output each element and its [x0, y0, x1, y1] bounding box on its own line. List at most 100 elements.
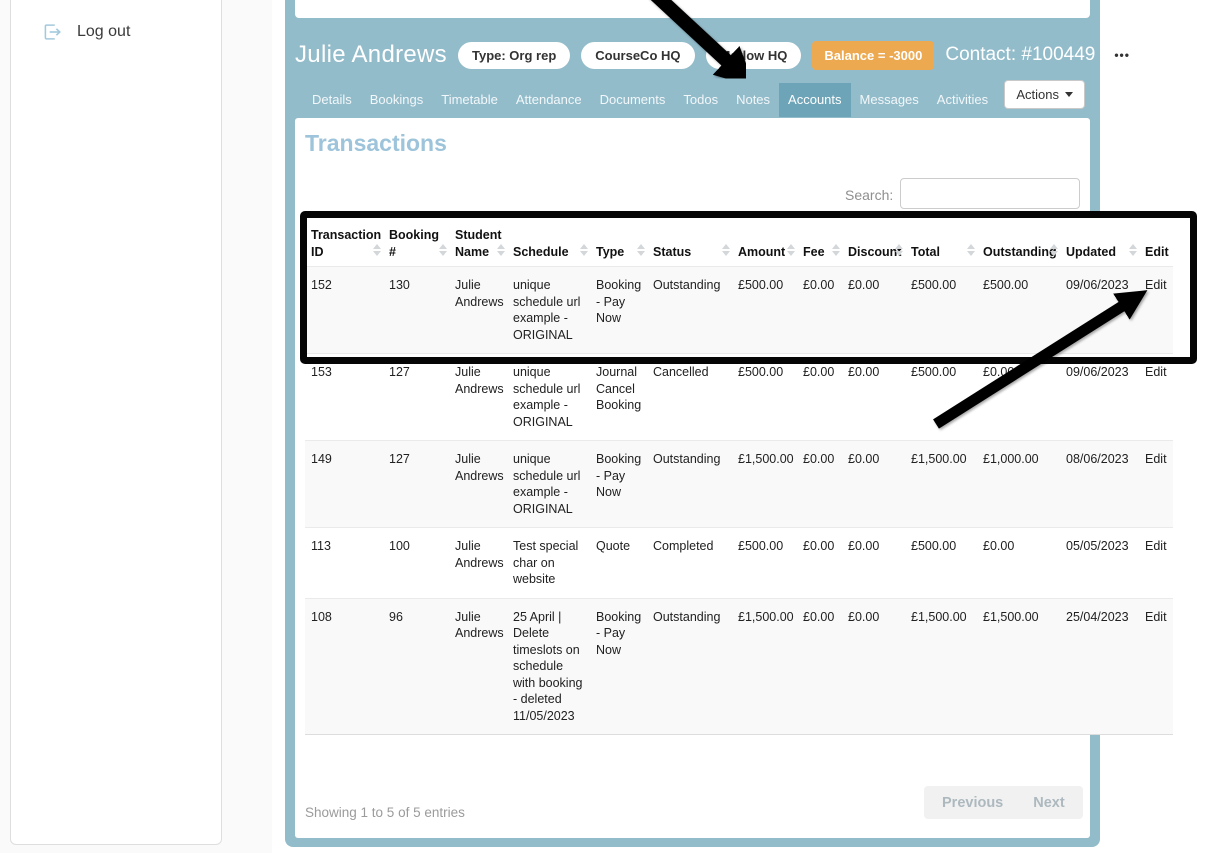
col-schedule[interactable]: Schedule [507, 222, 590, 267]
cell-discount: £0.00 [842, 441, 905, 528]
cell-updated: 05/05/2023 [1060, 528, 1139, 599]
cell-transaction-id: 149 [305, 441, 383, 528]
col-booking[interactable]: Booking # [383, 222, 449, 267]
cell-total: £1,500.00 [905, 598, 977, 734]
sort-icon [895, 244, 903, 256]
tab-notes[interactable]: Notes [727, 83, 779, 117]
caret-down-icon [1065, 92, 1073, 97]
cell-student: Julie Andrews [449, 528, 507, 599]
actions-dropdown-button[interactable]: Actions [1004, 80, 1085, 109]
sort-icon [373, 244, 381, 256]
cell-type: Booking - Pay Now [590, 441, 647, 528]
col-status[interactable]: Status [647, 222, 732, 267]
cell-schedule: 25 April | Delete timeslots on schedule … [507, 598, 590, 734]
cell-booking: 96 [383, 598, 449, 734]
cell-booking: 127 [383, 354, 449, 441]
sort-icon [439, 244, 447, 256]
tab-bookings[interactable]: Bookings [361, 83, 432, 117]
edit-link[interactable]: Edit [1145, 365, 1167, 379]
tab-attendance[interactable]: Attendance [507, 83, 591, 117]
org-badge-2: Marlow HQ [706, 42, 802, 69]
sort-icon [1129, 244, 1137, 256]
cell-fee: £0.00 [797, 354, 842, 441]
cell-type: Booking - Pay Now [590, 598, 647, 734]
table-row: 153 127 Julie Andrews unique schedule ur… [305, 354, 1173, 441]
cell-discount: £0.00 [842, 528, 905, 599]
col-outstanding[interactable]: Outstanding [977, 222, 1060, 267]
cell-status: Outstanding [647, 267, 732, 354]
profile-header: Julie Andrews Type: Org rep CourseCo HQ … [295, 38, 1088, 72]
cell-schedule: unique schedule url example - ORIGINAL [507, 267, 590, 354]
tab-todos[interactable]: Todos [674, 83, 727, 117]
col-type[interactable]: Type [590, 222, 647, 267]
type-badge: Type: Org rep [458, 42, 570, 69]
cell-total: £1,500.00 [905, 441, 977, 528]
tab-timetable[interactable]: Timetable [432, 83, 507, 117]
cell-fee: £0.00 [797, 441, 842, 528]
cell-amount: £500.00 [732, 267, 797, 354]
table-header-row: Transaction ID Booking # Student Name Sc… [305, 222, 1173, 267]
table-row: 152 130 Julie Andrews unique schedule ur… [305, 267, 1173, 354]
cell-type: Booking - Pay Now [590, 267, 647, 354]
edit-link[interactable]: Edit [1145, 278, 1167, 292]
cell-student: Julie Andrews [449, 598, 507, 734]
tab-details[interactable]: Details [303, 83, 361, 117]
cell-student: Julie Andrews [449, 441, 507, 528]
sort-icon [497, 244, 505, 256]
cell-amount: £1,500.00 [732, 598, 797, 734]
col-transaction-id[interactable]: Transaction ID [305, 222, 383, 267]
sort-icon [722, 244, 730, 256]
cell-booking: 100 [383, 528, 449, 599]
cell-status: Completed [647, 528, 732, 599]
tab-accounts[interactable]: Accounts [779, 83, 850, 117]
sort-icon [832, 244, 840, 256]
table-row: 108 96 Julie Andrews 25 April | Delete t… [305, 598, 1173, 734]
cell-discount: £0.00 [842, 598, 905, 734]
col-discount[interactable]: Discount [842, 222, 905, 267]
cell-type: Journal Cancel Booking [590, 354, 647, 441]
cell-total: £500.00 [905, 354, 977, 441]
cell-updated: 09/06/2023 [1060, 354, 1139, 441]
actions-label: Actions [1016, 87, 1059, 102]
col-student-name[interactable]: Student Name [449, 222, 507, 267]
logout-button[interactable]: Log out [11, 0, 221, 43]
search-input[interactable] [900, 178, 1080, 209]
cell-outstanding: £500.00 [977, 267, 1060, 354]
sidebar: Log out [10, 0, 222, 845]
cell-fee: £0.00 [797, 528, 842, 599]
page-title: Julie Andrews [295, 41, 447, 69]
logout-icon [41, 21, 63, 43]
search-label: Search: [845, 187, 893, 203]
cell-schedule: unique schedule url example - ORIGINAL [507, 354, 590, 441]
col-amount[interactable]: Amount [732, 222, 797, 267]
cell-updated: 08/06/2023 [1060, 441, 1139, 528]
more-options-button[interactable]: ••• [1106, 42, 1138, 68]
col-edit[interactable]: Edit [1139, 222, 1173, 267]
cell-booking: 130 [383, 267, 449, 354]
sort-icon [1050, 244, 1058, 256]
tab-activities[interactable]: Activities [928, 83, 997, 117]
tab-messages[interactable]: Messages [851, 83, 928, 117]
edit-link[interactable]: Edit [1145, 610, 1167, 624]
cell-fee: £0.00 [797, 267, 842, 354]
cell-transaction-id: 152 [305, 267, 383, 354]
cell-discount: £0.00 [842, 354, 905, 441]
cell-total: £500.00 [905, 267, 977, 354]
cell-outstanding: £1,500.00 [977, 598, 1060, 734]
col-total[interactable]: Total [905, 222, 977, 267]
col-updated[interactable]: Updated [1060, 222, 1139, 267]
sort-icon [637, 244, 645, 256]
previous-button[interactable]: Previous [942, 795, 1003, 811]
cell-updated: 25/04/2023 [1060, 598, 1139, 734]
cell-discount: £0.00 [842, 267, 905, 354]
sort-icon [787, 244, 795, 256]
edit-link[interactable]: Edit [1145, 539, 1167, 553]
edit-link[interactable]: Edit [1145, 452, 1167, 466]
cell-total: £500.00 [905, 528, 977, 599]
cell-amount: £500.00 [732, 354, 797, 441]
pagination: Previous Next [924, 786, 1083, 819]
cell-student: Julie Andrews [449, 267, 507, 354]
tab-documents[interactable]: Documents [591, 83, 675, 117]
col-fee[interactable]: Fee [797, 222, 842, 267]
next-button[interactable]: Next [1033, 795, 1064, 811]
